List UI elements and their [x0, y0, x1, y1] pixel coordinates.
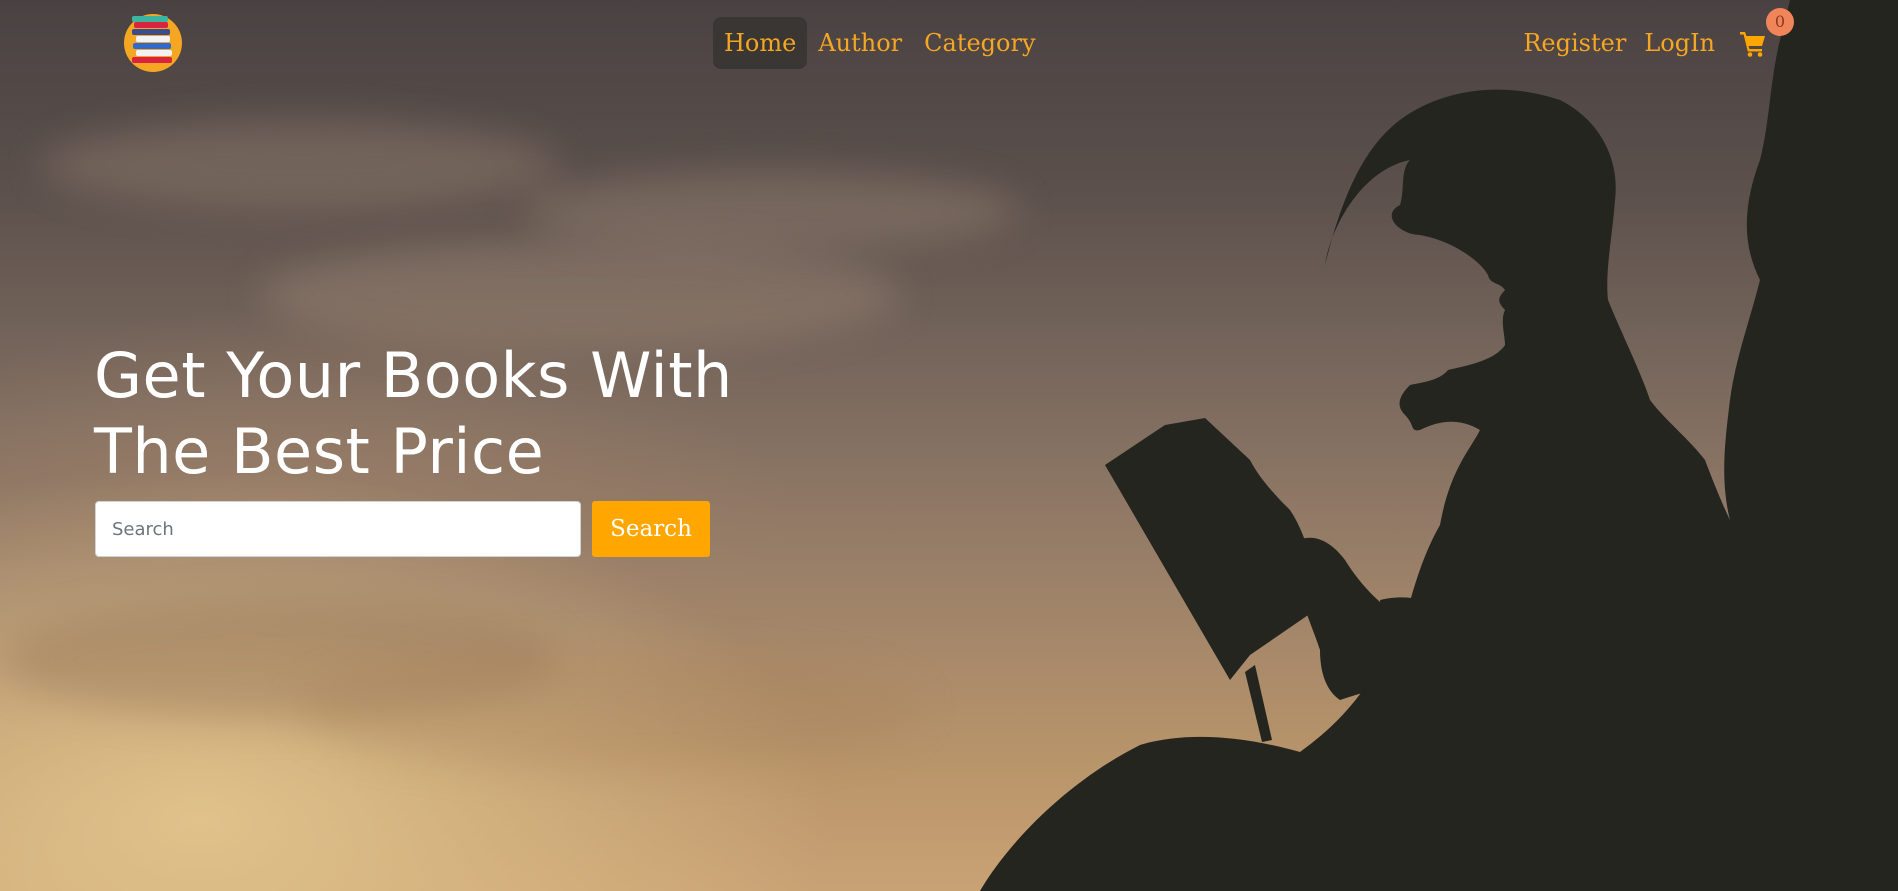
hero-headline: Get Your Books With The Best Price: [94, 338, 794, 490]
register-link[interactable]: Register: [1514, 19, 1635, 67]
search-input[interactable]: [95, 501, 581, 557]
nav-author[interactable]: Author: [807, 19, 913, 67]
logo-books-icon[interactable]: [124, 14, 182, 72]
login-link[interactable]: LogIn: [1635, 19, 1724, 67]
account-nav: Register LogIn: [1514, 15, 1768, 70]
nav-home[interactable]: Home: [713, 16, 808, 69]
cart-count-badge: 0: [1766, 8, 1794, 36]
headline-line-1: Get Your Books With: [94, 339, 733, 412]
headline-line-2: The Best Price: [94, 415, 545, 488]
search-button[interactable]: Search: [592, 501, 710, 557]
navbar: Home Author Category Register LogIn 0: [0, 0, 1898, 86]
nav-category[interactable]: Category: [913, 19, 1046, 67]
cart-icon[interactable]: [1738, 28, 1768, 58]
main-nav: Home Author Category: [713, 15, 1047, 70]
